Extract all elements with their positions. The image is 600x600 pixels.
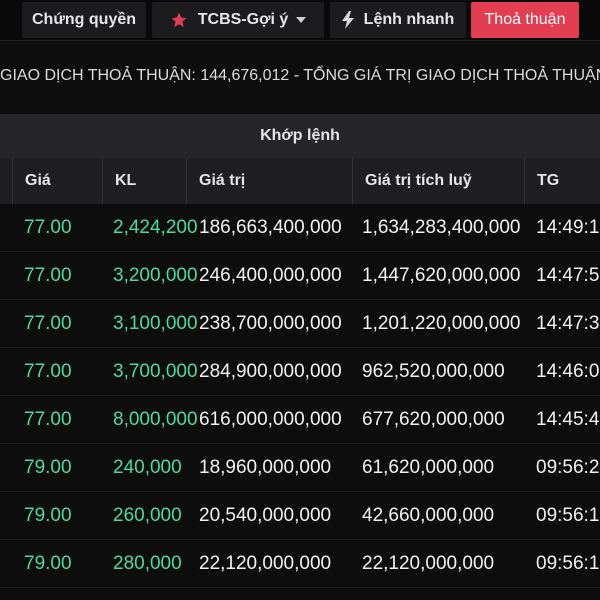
column-header-time[interactable]: TG — [524, 158, 600, 204]
price-cell: 79.00 — [24, 457, 72, 478]
volume-cell: 280,000 — [113, 553, 182, 574]
value-cell: 186,663,400,000 — [199, 217, 342, 238]
cumulative-cell: 1,634,283,400,000 — [362, 217, 521, 238]
volume-cell: 3,200,000 — [113, 265, 198, 286]
cumulative-cell: 42,660,000,000 — [362, 505, 495, 526]
time-cell: 14:47:5 — [536, 265, 600, 286]
cumulative-cell: 1,201,220,000,000 — [362, 313, 521, 334]
volume-cell: 3,700,000 — [113, 361, 198, 382]
price-cell: 77.00 — [24, 409, 72, 430]
time-cell: 09:56:1 — [536, 553, 600, 574]
cumulative-cell: 61,620,000,000 — [362, 457, 495, 478]
tab-chung-quyen[interactable]: Chứng quyền — [22, 2, 146, 38]
tab-tcbs-goi-y[interactable]: TCBS-Gợi ý — [152, 2, 324, 38]
table-row[interactable]: 79.00 240,000 18,960,000,000 61,620,000,… — [0, 444, 600, 492]
column-header-stub — [0, 158, 12, 204]
lightning-icon — [341, 11, 354, 29]
price-cell: 77.00 — [24, 265, 72, 286]
volume-cell: 2,424,200 — [113, 217, 198, 238]
time-cell: 09:56:2 — [536, 457, 600, 478]
tab-lenh-nhanh-label: Lệnh nhanh — [363, 11, 455, 28]
price-cell: 79.00 — [24, 505, 72, 526]
time-cell: 14:45:4 — [536, 409, 600, 430]
tab-chung-quyen-label: Chứng quyền — [31, 11, 137, 28]
cumulative-cell: 677,620,000,000 — [362, 409, 505, 430]
tab-thoa-thuan-label: Thoả thuận — [484, 11, 566, 28]
value-cell: 20,540,000,000 — [199, 505, 332, 526]
table-row[interactable]: 77.00 2,424,200 186,663,400,000 1,634,28… — [0, 204, 600, 252]
volume-cell: 8,000,000 — [113, 409, 198, 430]
value-cell: 18,960,000,000 — [199, 457, 332, 478]
summary-ticker: GIAO DỊCH THOẢ THUẬN: 144,676,012 - TỔNG… — [0, 67, 600, 84]
star-icon — [170, 11, 188, 29]
time-cell: 14:46:0 — [536, 361, 600, 382]
tab-tcbs-label: TCBS-Gợi ý — [197, 11, 289, 28]
value-cell: 616,000,000,000 — [199, 409, 342, 430]
time-cell: 14:49:1 — [536, 217, 600, 238]
time-cell: 09:56:1 — [536, 505, 600, 526]
cumulative-cell: 962,520,000,000 — [362, 361, 505, 382]
trade-table-body: 77.00 2,424,200 186,663,400,000 1,634,28… — [0, 204, 600, 588]
table-row[interactable]: 77.00 3,700,000 284,900,000,000 962,520,… — [0, 348, 600, 396]
column-header-value[interactable]: Giá trị — [186, 158, 352, 204]
table-row[interactable]: 79.00 280,000 22,120,000,000 22,120,000,… — [0, 540, 600, 588]
column-header-row: Giá KL Giá trị Giá trị tích luỹ TG — [0, 158, 600, 204]
value-cell: 284,900,000,000 — [199, 361, 342, 382]
chevron-down-icon[interactable] — [296, 17, 307, 23]
table-row[interactable]: 79.00 260,000 20,540,000,000 42,660,000,… — [0, 492, 600, 540]
tab-thoa-thuan[interactable]: Thoả thuận — [471, 2, 579, 38]
value-cell: 22,120,000,000 — [199, 553, 332, 574]
price-cell: 77.00 — [24, 217, 72, 238]
group-header-label: Khớp lệnh — [260, 127, 340, 144]
price-cell: 79.00 — [24, 553, 72, 574]
tab-lenh-nhanh[interactable]: Lệnh nhanh — [330, 2, 466, 38]
column-header-cumulative[interactable]: Giá trị tích luỹ — [352, 158, 524, 204]
table-row[interactable]: 77.00 8,000,000 616,000,000,000 677,620,… — [0, 396, 600, 444]
price-cell: 77.00 — [24, 361, 72, 382]
volume-cell: 3,100,000 — [113, 313, 198, 334]
table-row[interactable]: 77.00 3,200,000 246,400,000,000 1,447,62… — [0, 252, 600, 300]
tab-bar: Chứng quyền TCBS-Gợi ý Lệnh nhanh Thoả t… — [0, 0, 600, 41]
column-header-price[interactable]: Giá — [12, 158, 102, 204]
volume-cell: 260,000 — [113, 505, 182, 526]
cumulative-cell: 1,447,620,000,000 — [362, 265, 521, 286]
table-row[interactable]: 77.00 3,100,000 238,700,000,000 1,201,22… — [0, 300, 600, 348]
cumulative-cell: 22,120,000,000 — [362, 553, 495, 574]
price-cell: 77.00 — [24, 313, 72, 334]
value-cell: 238,700,000,000 — [199, 313, 342, 334]
time-cell: 14:47:3 — [536, 313, 600, 334]
volume-cell: 240,000 — [113, 457, 182, 478]
value-cell: 246,400,000,000 — [199, 265, 342, 286]
group-header-khop-lenh: Khớp lệnh — [0, 114, 600, 158]
column-header-volume[interactable]: KL — [102, 158, 186, 204]
